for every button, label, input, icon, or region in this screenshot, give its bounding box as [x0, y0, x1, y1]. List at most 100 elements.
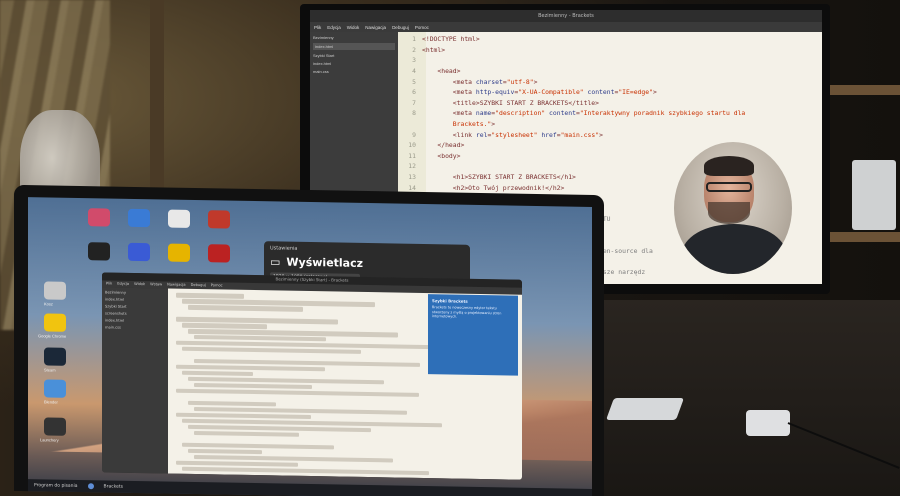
laptop-editor-window: Bezimienny (Szybki Start) - Brackets Pli…	[102, 272, 522, 480]
menu-view[interactable]: Widok	[347, 25, 360, 30]
blurred-code-line	[182, 322, 267, 329]
code-line[interactable]: 1 <!DOCTYPE html>	[402, 34, 822, 45]
monitor-menubar: Plik Edycja Widok Nawigacja Debuguj Pomo…	[310, 22, 822, 32]
blurred-code-line	[182, 466, 429, 476]
shelf-post	[150, 0, 164, 200]
line-text: <title>SZYBKI START Z BRACKETS</title>	[452, 98, 599, 107]
webcam-overlay	[674, 142, 792, 274]
blurred-code-line	[188, 400, 276, 407]
desktop-label: Google Chrome	[38, 333, 67, 339]
laptop: Kosz Google Chrome Steam Blender Launche…	[14, 184, 604, 496]
app-icon[interactable]	[128, 208, 150, 228]
taskbar-item[interactable]: Brackets	[104, 484, 124, 489]
line-number: 7	[412, 98, 416, 107]
app-icon[interactable]	[168, 209, 190, 228]
blurred-code-line	[194, 430, 299, 438]
monitor-titlebar: Bezimienny - Brackets	[310, 10, 822, 22]
monitor-stand	[605, 398, 685, 420]
sidebar-file-html[interactable]: index.html	[313, 61, 395, 66]
presenter-shoulders	[682, 224, 786, 274]
sidebar-file-css[interactable]: main.css	[313, 69, 395, 74]
line-text: <body>	[437, 151, 461, 160]
app-icon[interactable]	[168, 243, 190, 262]
sidebar-item[interactable]: Bezimienny	[105, 290, 165, 295]
menu-debug[interactable]: Debuguj	[392, 25, 409, 30]
code-line[interactable]: 5 <meta charset="utf-8">	[402, 76, 822, 87]
start-icon[interactable]	[87, 483, 94, 490]
line-text: <h1>SZYBKI START Z BRACKETS</h1>	[452, 173, 576, 182]
app-icon[interactable]	[208, 244, 230, 263]
white-box	[852, 160, 896, 230]
line-number: 6	[412, 88, 416, 97]
app-icon[interactable]	[128, 242, 150, 262]
desktop-label: Launchery	[40, 437, 59, 443]
code-line[interactable]: 6 <meta http-equiv="X-UA-Compatible" con…	[402, 87, 822, 98]
presenter-beard	[708, 202, 750, 224]
blurred-code-line	[176, 460, 298, 467]
quickstart-body: Brackets to nowoczesny edytor tekstu stw…	[432, 305, 502, 319]
line-text: <!DOCTYPE html>	[422, 35, 480, 44]
menu-edit[interactable]: Edycja	[327, 25, 341, 30]
desk	[560, 300, 900, 496]
code-line[interactable]: 4 <head>	[402, 66, 822, 77]
line-number: 11	[408, 151, 416, 160]
code-line[interactable]: 3	[402, 55, 822, 66]
desktop-label: Blender	[44, 399, 58, 405]
desktop-label: Kosz	[44, 301, 53, 307]
recycle-bin-icon[interactable]	[44, 281, 66, 300]
line-text: <meta charset="utf-8">	[452, 77, 538, 86]
quickstart-heading: Szybki Brackets	[432, 298, 468, 304]
code-line[interactable]: 8 <meta name="description" content="Inte…	[402, 108, 822, 119]
menu-navigate[interactable]: Nawigacja	[365, 25, 386, 30]
app-icon[interactable]	[208, 210, 230, 229]
desktop-label: Steam	[44, 367, 56, 373]
code-line[interactable]: 7 <title>SZYBKI START Z BRACKETS</title>	[402, 98, 822, 109]
line-number: 4	[412, 67, 416, 76]
shelf-right	[830, 85, 900, 95]
sidebar-item[interactable]: index.html	[105, 297, 165, 302]
gamepad-icon[interactable]	[88, 242, 110, 261]
line-number: 1	[412, 35, 416, 44]
line-number: 3	[412, 56, 416, 65]
laptop-screen: Kosz Google Chrome Steam Blender Launche…	[28, 197, 592, 496]
code-line[interactable]: 2 <html>	[402, 45, 822, 56]
settings-heading-text: Wyświetlacz	[286, 255, 364, 270]
presenter-glasses	[706, 182, 752, 192]
line-number: 12	[408, 162, 416, 171]
sidebar-item[interactable]: main.css	[105, 325, 165, 330]
sidebar-item[interactable]: Szybki Start	[105, 304, 165, 309]
menu-help[interactable]: Pomoc	[415, 25, 429, 30]
line-number: 14	[408, 183, 416, 192]
sidebar-item[interactable]: screenshots	[105, 311, 165, 316]
chrome-icon[interactable]	[44, 313, 66, 332]
settings-breadcrumb: Ustawienia	[270, 245, 298, 252]
line-number: 5	[412, 77, 416, 86]
code-line[interactable]: Brackets.">	[402, 119, 822, 130]
display-icon: ▭	[270, 255, 281, 269]
line-text: <head>	[437, 67, 461, 76]
launcher-icon[interactable]	[44, 417, 66, 436]
line-text: </head>	[437, 141, 465, 150]
sidebar-selected-file[interactable]: index.html	[313, 43, 395, 50]
line-number: 9	[412, 130, 416, 139]
sidebar-item[interactable]: index.html	[105, 318, 165, 323]
taskbar-item[interactable]: Program do pisania	[34, 483, 78, 489]
blender-icon[interactable]	[44, 379, 66, 398]
app-icon[interactable]	[88, 208, 110, 227]
blurred-code-line	[182, 370, 253, 377]
usb-adapter	[746, 410, 790, 436]
sidebar-title: Bezimienny	[313, 35, 334, 40]
line-text: <link rel="stylesheet" href="main.css">	[452, 130, 603, 139]
line-text: <h2>Oto Twój przewodnik!</h2>	[452, 183, 565, 192]
steam-icon[interactable]	[44, 347, 66, 366]
line-text: <meta http-equiv="X-UA-Compatible" conte…	[452, 88, 657, 97]
quickstart-panel: Szybki Brackets Brackets to nowoczesny e…	[428, 294, 518, 376]
menu-file[interactable]: Plik	[314, 25, 321, 30]
code-line[interactable]: 9 <link rel="stylesheet" href="main.css"…	[402, 129, 822, 140]
sidebar-section[interactable]: Szybki Start	[313, 53, 395, 58]
settings-heading: ▭ Wyświetlacz	[270, 255, 464, 271]
line-text: <meta name="description" content="Intera…	[452, 109, 746, 118]
laptop-file-sidebar: Bezimienny index.html Szybki Start scree…	[102, 287, 168, 474]
line-number: 10	[408, 141, 416, 150]
presenter-hair	[704, 156, 754, 176]
